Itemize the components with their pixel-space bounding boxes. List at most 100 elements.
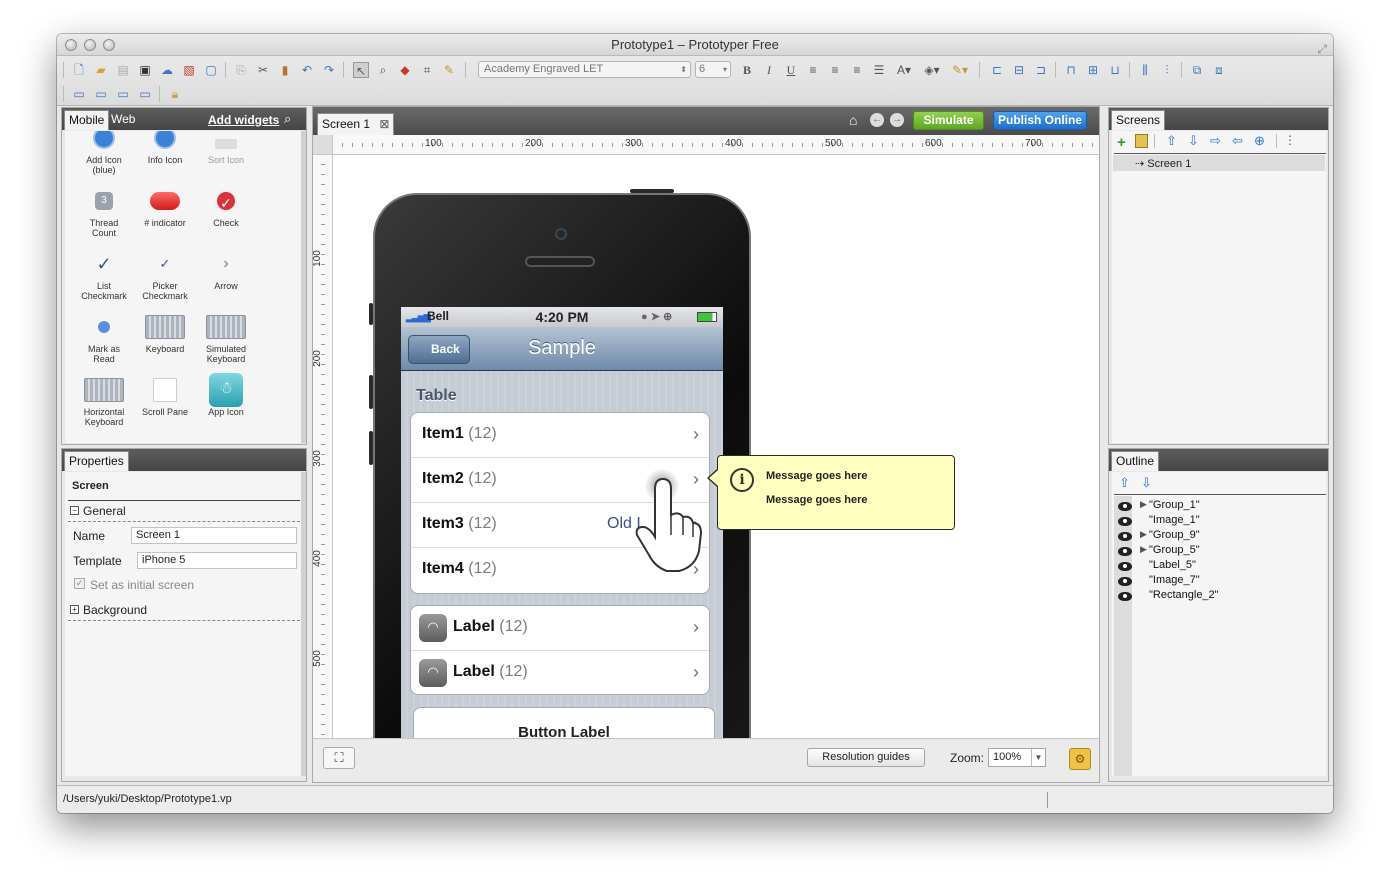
open-folder-icon[interactable]: ▰ [93, 62, 109, 78]
visibility-eye-icon[interactable] [1118, 562, 1132, 571]
export-html-icon[interactable]: ▢ [203, 62, 219, 78]
bold-icon[interactable]: B [739, 62, 755, 78]
tab-mobile[interactable]: Mobile [64, 110, 110, 130]
visibility-eye-icon[interactable] [1118, 547, 1132, 556]
initial-screen-checkbox[interactable]: ✓ [74, 578, 85, 589]
widget-thread-count[interactable]: 3 Thread Count [73, 188, 135, 238]
close-window-button[interactable] [65, 39, 77, 51]
redo-icon[interactable]: ↷ [321, 62, 337, 78]
widget-indicator[interactable]: # indicator [134, 188, 196, 228]
widget-simulated-keyboard[interactable]: Simulated Keyboard [195, 314, 257, 364]
table-row[interactable]: Item1 (12) › [411, 413, 709, 458]
widget-info-icon[interactable]: Info Icon [134, 131, 196, 165]
resolution-guides-button[interactable]: Resolution guides [807, 748, 925, 767]
fit-screen-icon[interactable]: ⛶ [323, 747, 355, 769]
publish-icon[interactable]: ☁ [159, 62, 175, 78]
tab-screen-1[interactable]: Screen 1 ⊠ [317, 113, 395, 135]
list-icon[interactable]: ☰ [871, 62, 887, 78]
bring-forward-icon[interactable]: ▭ [93, 86, 109, 102]
visibility-eye-icon[interactable] [1118, 532, 1132, 541]
align-objects-right-icon[interactable]: ⊐ [1033, 62, 1049, 78]
send-backward-icon[interactable]: ▭ [115, 86, 131, 102]
button-label[interactable]: Button Label [413, 707, 715, 738]
paste-icon[interactable]: ▮ [277, 62, 293, 78]
undo-icon[interactable]: ↶ [299, 62, 315, 78]
iphone-frame[interactable]: ▂▃▅▆ Bell 4:20 PM ● ➤ ⊕ Back Sample Tabl… [369, 189, 751, 738]
widgets-scrollbar[interactable] [301, 131, 306, 443]
table-row[interactable]: ◠ Label (12) › [411, 651, 709, 694]
send-back-icon[interactable]: ▭ [137, 86, 153, 102]
move-up-icon[interactable]: ⇧ [1166, 133, 1177, 149]
publish-online-button[interactable]: Publish Online [993, 111, 1087, 130]
move-left-icon[interactable]: ⇦ [1232, 133, 1243, 149]
widget-mark-as-read[interactable]: Mark as Read [73, 314, 135, 364]
align-right-icon[interactable]: ≡ [849, 62, 865, 78]
align-center-icon[interactable]: ≡ [827, 62, 843, 78]
align-objects-center-icon[interactable]: ⊟ [1011, 62, 1027, 78]
zoom-window-button[interactable] [103, 39, 115, 51]
more-options-icon[interactable]: ⋮ [1284, 133, 1296, 147]
widget-sort-icon[interactable]: Sort Icon [195, 131, 257, 165]
design-canvas[interactable]: ▂▃▅▆ Bell 4:20 PM ● ➤ ⊕ Back Sample Tabl… [333, 155, 1099, 738]
copy-icon[interactable]: ⎘ [233, 62, 249, 78]
add-widgets-link[interactable]: Add widgets [208, 113, 279, 127]
save-icon[interactable]: ▣ [137, 62, 153, 78]
new-file-icon[interactable]: 🗋 [71, 62, 87, 78]
zoom-select[interactable]: 100% ▼ [988, 748, 1046, 767]
expand-background-icon[interactable]: + [70, 605, 79, 614]
screen-list-item[interactable]: ⇢ Screen 1 [1113, 155, 1325, 171]
close-tab-icon[interactable]: ⊠ [379, 117, 389, 131]
widget-scroll-pane[interactable]: Scroll Pane [134, 377, 196, 417]
underline-icon[interactable]: U [783, 62, 799, 78]
export-pdf-icon[interactable]: ▧ [181, 62, 197, 78]
eraser-icon[interactable]: ◆ [397, 62, 413, 78]
general-section[interactable]: General [83, 504, 126, 518]
tab-outline[interactable]: Outline [1111, 451, 1160, 471]
line-color-icon[interactable]: ✎▾ [949, 62, 971, 78]
align-objects-middle-icon[interactable]: ⊞ [1085, 62, 1101, 78]
tab-web[interactable]: Web [108, 110, 138, 130]
align-objects-left-icon[interactable]: ⊏ [989, 62, 1005, 78]
zoom-tool-icon[interactable]: ⌕ [375, 62, 391, 78]
settings-gear-icon[interactable]: ⚙ [1069, 748, 1091, 770]
cut-icon[interactable]: ✂ [255, 62, 271, 78]
move-down-icon[interactable]: ⇩ [1188, 133, 1199, 149]
visibility-eye-icon[interactable] [1118, 577, 1132, 586]
widget-keyboard[interactable]: Keyboard [134, 314, 196, 354]
crop-icon[interactable]: ⌗ [419, 62, 435, 78]
font-family-select[interactable]: Academy Engraved LET ⬍ [478, 61, 691, 78]
visibility-eye-icon[interactable] [1118, 502, 1132, 511]
align-left-icon[interactable]: ≡ [805, 62, 821, 78]
widget-arrow[interactable]: › Arrow [195, 251, 257, 292]
visibility-eye-icon[interactable] [1118, 592, 1132, 601]
font-size-select[interactable]: 6 ▾ [695, 61, 731, 78]
widget-horizontal-keyboard[interactable]: Horizontal Keyboard [73, 377, 135, 427]
name-field[interactable]: Screen 1 [131, 527, 297, 544]
align-objects-top-icon[interactable]: ⊓ [1063, 62, 1079, 78]
background-section[interactable]: Background [83, 603, 147, 617]
add-screen-from-template-icon[interactable] [1135, 134, 1148, 148]
ungroup-icon[interactable]: ⧈ [1211, 62, 1227, 78]
fill-color-icon[interactable]: ◈▾ [921, 62, 943, 78]
forward-nav-icon[interactable]: → [890, 113, 904, 127]
outline-move-up-icon[interactable]: ⇧ [1119, 475, 1130, 491]
template-select[interactable]: iPhone 5 [137, 552, 297, 569]
italic-icon[interactable]: I [761, 62, 777, 78]
outline-move-down-icon[interactable]: ⇩ [1141, 475, 1152, 491]
widget-picker-checkmark[interactable]: ✓ Picker Checkmark [134, 251, 196, 301]
tab-properties[interactable]: Properties [64, 451, 129, 471]
back-nav-icon[interactable]: ← [870, 113, 884, 127]
tab-screens[interactable]: Screens [1111, 110, 1166, 130]
search-icon[interactable]: ⌕ [284, 111, 291, 127]
text-style-icon[interactable]: A▾ [893, 62, 915, 78]
home-icon[interactable]: ⌂ [849, 112, 857, 128]
widget-app-icon[interactable]: ☃ App Icon [195, 373, 257, 417]
widget-check[interactable]: ✓ Check [195, 188, 257, 228]
lock-icon[interactable]: 🔒︎ [167, 86, 183, 102]
align-objects-bottom-icon[interactable]: ⊔ [1107, 62, 1123, 78]
distribute-vertical-icon[interactable]: ⫶ [1159, 62, 1175, 78]
select-tool-icon[interactable]: ↖ [353, 62, 369, 78]
minimize-window-button[interactable] [84, 39, 96, 51]
bring-front-icon[interactable]: ▭ [71, 86, 87, 102]
add-screen-icon[interactable]: + [1117, 134, 1126, 151]
